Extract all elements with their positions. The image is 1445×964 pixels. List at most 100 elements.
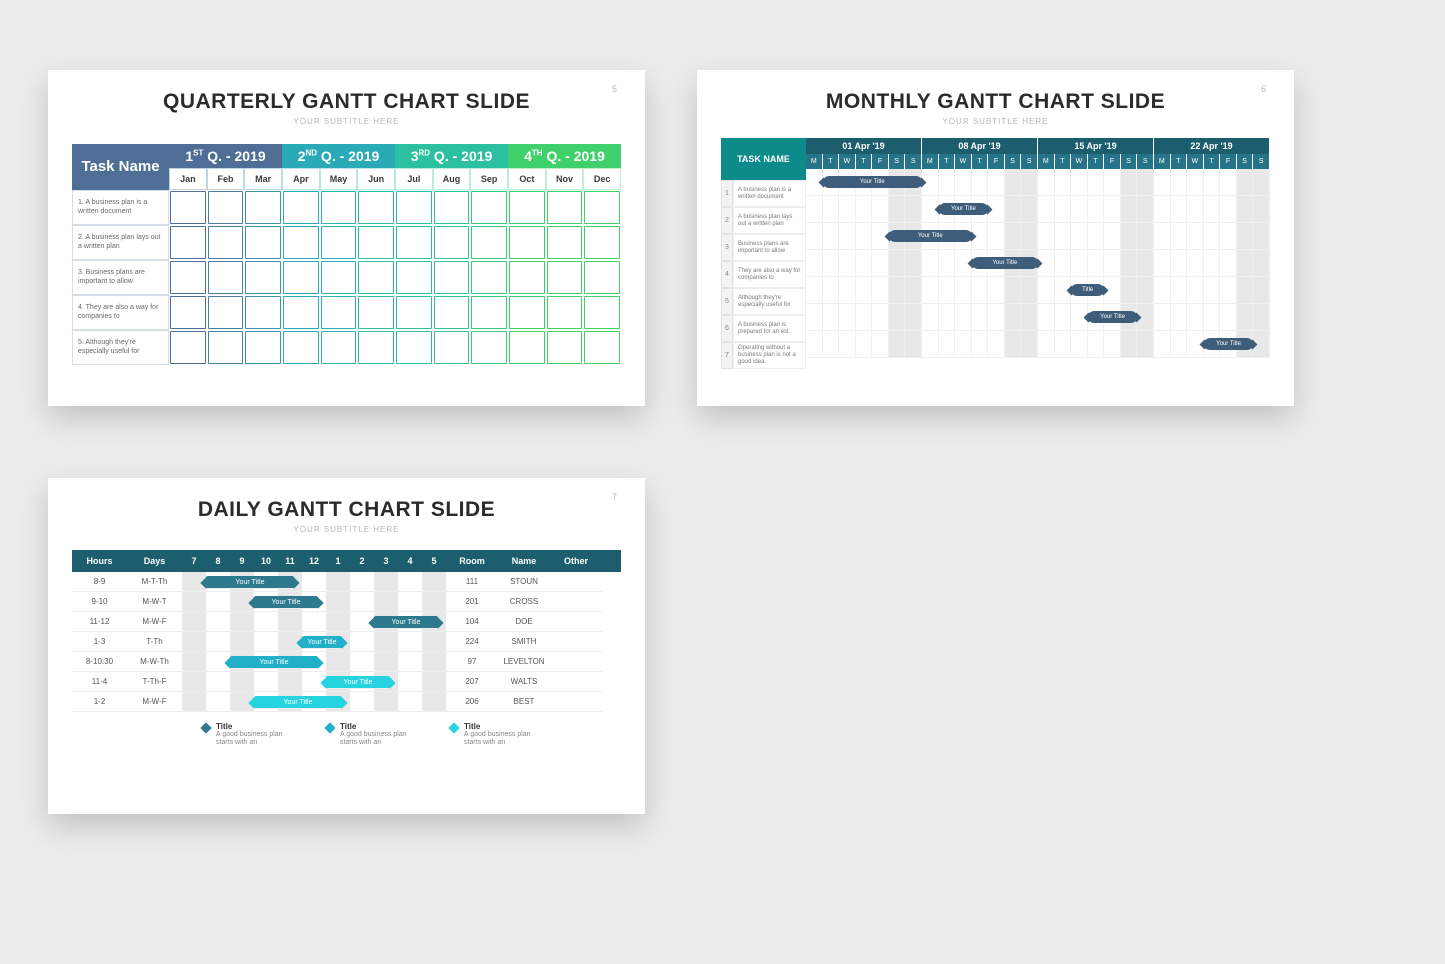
grid-cell <box>1055 250 1072 277</box>
cell: DOE <box>498 612 550 632</box>
grid-cell <box>972 169 989 196</box>
gantt-row: Your Title <box>806 196 1270 223</box>
grid-cell <box>1171 277 1188 304</box>
grid-cell <box>1187 304 1204 331</box>
day-header: S <box>889 154 906 169</box>
grid-cell <box>872 277 889 304</box>
day-header: W <box>1071 154 1088 169</box>
grid-cell <box>1021 331 1038 358</box>
grid-cell <box>806 331 823 358</box>
grid-cell <box>1088 196 1105 223</box>
grid-cell <box>1253 196 1270 223</box>
grid-cell <box>396 296 432 329</box>
grid-cell <box>939 277 956 304</box>
grid-cell <box>321 331 357 364</box>
cell: T-Th <box>127 632 182 652</box>
table-row: 5. Although they're especially useful fo… <box>72 330 621 365</box>
grid-cell <box>170 296 206 329</box>
gantt-bar: Your Title <box>254 696 342 709</box>
month-header: Apr <box>282 168 320 190</box>
grid-cell <box>988 304 1005 331</box>
cell: M-W-F <box>127 612 182 632</box>
grid-cell <box>939 250 956 277</box>
grid-cell <box>1121 169 1138 196</box>
column-header: 2 <box>350 550 374 572</box>
grid-cell <box>170 261 206 294</box>
grid-cell <box>806 304 823 331</box>
grid-cell <box>471 191 507 224</box>
grid-cell <box>972 277 989 304</box>
cell <box>422 652 446 672</box>
grid-cell <box>1204 277 1221 304</box>
cell <box>550 692 602 712</box>
day-header: T <box>939 154 956 169</box>
cell: M-W-F <box>127 692 182 712</box>
day-header: F <box>988 154 1005 169</box>
grid-cell <box>321 261 357 294</box>
grid-cell <box>1021 196 1038 223</box>
grid-cell <box>1038 331 1055 358</box>
week-header: 01 Apr '19 <box>806 138 922 154</box>
grid-cell <box>1088 169 1105 196</box>
grid-cell <box>856 196 873 223</box>
cell <box>374 692 398 712</box>
grid-cell <box>823 223 840 250</box>
grid-cell <box>396 191 432 224</box>
grid-cell <box>1104 169 1121 196</box>
cell <box>374 632 398 652</box>
grid-cell <box>584 331 620 364</box>
grid-cell <box>806 196 823 223</box>
cell: 201 <box>446 592 498 612</box>
grid-cell <box>321 296 357 329</box>
task-cell: 4. They are also a way for companies to <box>72 295 169 330</box>
cell <box>374 592 398 612</box>
table-row: 3Business plans are important to allow <box>721 234 806 261</box>
row-index: 1 <box>721 180 733 207</box>
day-header: S <box>1137 154 1154 169</box>
grid-cell <box>1253 250 1270 277</box>
row-index: 4 <box>721 261 733 288</box>
cell: 1-3 <box>72 632 127 652</box>
grid-cell <box>1104 331 1121 358</box>
daily-table: HoursDays78910111212345RoomNameOther 8-9… <box>72 550 621 748</box>
day-header: T <box>972 154 989 169</box>
gantt-bar: Your Title <box>230 656 318 669</box>
cell <box>550 632 602 652</box>
gantt-bar: Your Title <box>1204 338 1254 350</box>
table-row: 5Although they're especially useful for <box>721 288 806 315</box>
day-header: F <box>1104 154 1121 169</box>
grid-cell <box>905 196 922 223</box>
month-header: Sep <box>470 168 508 190</box>
grid-cell <box>1220 304 1237 331</box>
gantt-row: Your Title <box>806 250 1270 277</box>
table-row: 7Operating without a business plan is no… <box>721 342 806 369</box>
grid-cell <box>905 331 922 358</box>
cell: CROSS <box>498 592 550 612</box>
row-index: 2 <box>721 207 733 234</box>
legend-item: TitleA good business plan starts with an <box>450 722 534 748</box>
page-number: 6 <box>1261 84 1266 94</box>
grid-cell <box>208 191 244 224</box>
day-header: S <box>1005 154 1022 169</box>
grid-cell <box>939 304 956 331</box>
cell <box>206 612 230 632</box>
table-row: 8-10:30M-W-Th97LEVELTONYour Title <box>72 652 621 672</box>
grid-cell <box>509 261 545 294</box>
cell <box>550 612 602 632</box>
month-header: Jan <box>169 168 207 190</box>
grid-cell <box>806 277 823 304</box>
grid-cell <box>1088 223 1105 250</box>
cell: M-T-Th <box>127 572 182 592</box>
grid-cell <box>988 169 1005 196</box>
grid-cell <box>839 196 856 223</box>
slide-title: MONTHLY GANTT CHART SLIDE <box>721 90 1270 114</box>
grid-cell <box>939 331 956 358</box>
cell <box>422 572 446 592</box>
table-row: 2. A business plan lays out a written pl… <box>72 225 621 260</box>
day-header: W <box>1187 154 1204 169</box>
grid-cell <box>1237 304 1254 331</box>
grid-cell <box>283 261 319 294</box>
legend-item: TitleA good business plan starts with an <box>326 722 410 748</box>
table-row: 1. A business plan is a written document <box>72 190 621 225</box>
gantt-row: Your Title <box>806 169 1270 196</box>
